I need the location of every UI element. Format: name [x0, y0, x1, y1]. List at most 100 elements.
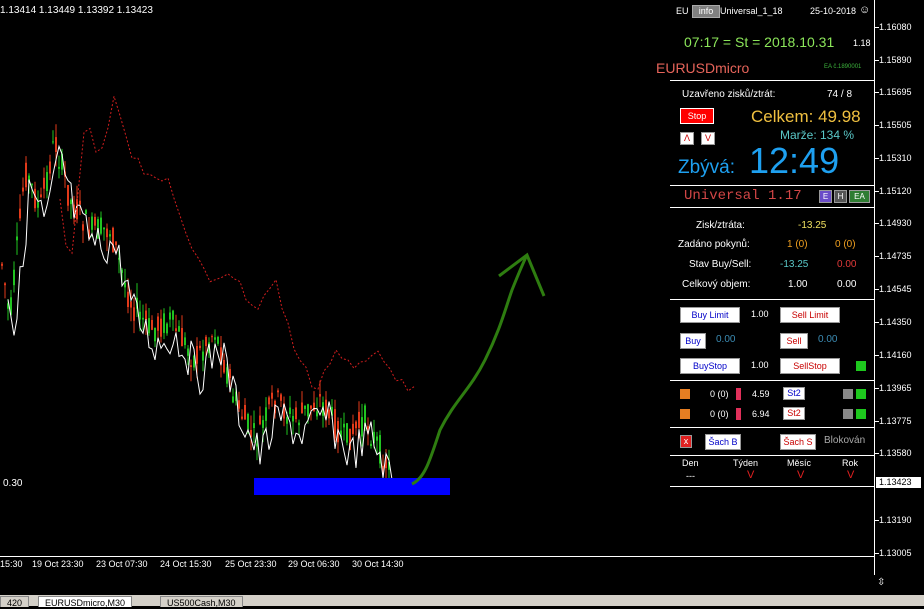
candle-body [229, 369, 231, 379]
chart-tab[interactable]: 420 [0, 596, 30, 608]
minus-orange-icon[interactable] [680, 389, 690, 399]
state-buy: -13.25 [780, 259, 809, 270]
minus-gray-icon[interactable] [843, 389, 853, 399]
candle-body [181, 328, 183, 347]
sell-limit-button[interactable]: Sell Limit [780, 307, 840, 323]
candle-body [211, 336, 213, 338]
candle-body [262, 420, 264, 428]
info-button[interactable]: info [692, 5, 720, 18]
sach-b-button[interactable]: Šach B [705, 434, 741, 450]
candle-body [106, 228, 108, 238]
candle-body [376, 436, 378, 441]
state-label: Stav Buy/Sell: [689, 259, 752, 270]
buy-limit-button[interactable]: Buy Limit [680, 307, 740, 323]
st2-button-2[interactable]: St2 [783, 407, 805, 420]
candle-body [37, 201, 39, 208]
up-button[interactable]: Λ [680, 132, 694, 145]
candle-body [253, 423, 255, 429]
close-x-button[interactable]: x [680, 435, 692, 448]
candle-body [43, 177, 45, 189]
divider [670, 207, 874, 208]
candle-body [133, 307, 135, 321]
ea-info-panel: EU info Universal_1_18 25-10-2018 ☺ 07:1… [656, 0, 874, 488]
candle-body [127, 291, 129, 308]
candle-body [280, 394, 282, 401]
candle-body [49, 161, 51, 174]
candle-body [145, 310, 147, 321]
h-button[interactable]: H [834, 190, 847, 203]
candle-body [1, 263, 3, 266]
price-tick-label: 1.14930 [879, 218, 912, 228]
minus-gray-icon[interactable] [843, 409, 853, 419]
divider [670, 80, 874, 81]
sellstop-status-square [856, 361, 866, 371]
divider [670, 427, 874, 428]
time-tick-label: 23 Oct 07:30 [96, 559, 148, 569]
st2-button-1[interactable]: St2 [783, 387, 805, 400]
candle-body [328, 409, 330, 419]
candle-body [202, 351, 204, 361]
buy-stop-button[interactable]: BuyStop [680, 358, 740, 374]
candle-body [301, 402, 303, 414]
status-green-square [856, 409, 866, 419]
price-tick-label: 1.13190 [879, 515, 912, 525]
server-time: 07:17 = St = 2018.10.31 [684, 34, 835, 50]
minus-orange-icon[interactable] [680, 409, 690, 419]
time-tick-label: 15:30 [0, 559, 23, 569]
universal-version: Universal 1.17 [684, 188, 802, 204]
scroll-area[interactable]: ⇳ [0, 575, 924, 595]
st-value-1: 4.59 [752, 389, 770, 399]
chart-tab[interactable]: US500Cash,M30 [160, 596, 243, 608]
candle-body [34, 188, 36, 209]
ohlc-readout: 1.13414 1.13449 1.13392 1.13423 [0, 5, 153, 16]
candle-body [310, 405, 312, 409]
period-tyden: Týden [733, 458, 759, 468]
candle-body [292, 415, 294, 422]
candle-body [334, 409, 336, 439]
time-tick-label: 29 Oct 06:30 [288, 559, 340, 569]
price-axis[interactable]: 1.16080 1.15890 1.15695 1.15505 1.15310 1.151… [874, 0, 924, 575]
candle-body [169, 312, 171, 320]
down-button[interactable]: V [701, 132, 715, 145]
price-tick-label: 1.14735 [879, 251, 912, 261]
sach-s-button[interactable]: Šach S [780, 434, 816, 450]
st-bar-1 [736, 388, 741, 400]
ea-button[interactable]: EA [849, 190, 870, 203]
scroll-end-icon[interactable]: ⇳ [877, 577, 885, 588]
stop-button[interactable]: Stop [680, 108, 714, 124]
time-tick-label: 24 Oct 15:30 [160, 559, 212, 569]
candle-body [307, 404, 309, 417]
candle-body [343, 423, 345, 428]
candle-body [247, 413, 249, 430]
time-axis[interactable]: 15:30 19 Oct 23:30 23 Oct 07:30 24 Oct 15:3… [0, 556, 874, 576]
period-den-value: --- [686, 471, 695, 481]
candle-body [157, 316, 159, 331]
candle-body [100, 217, 102, 234]
candle-body [295, 407, 297, 420]
price-tick-label: 1.14545 [879, 284, 912, 294]
candle-body [190, 365, 192, 368]
candle-body [289, 407, 291, 414]
price-chart[interactable]: 1.13414 1.13449 1.13392 1.13423 0.30 EU … [0, 0, 874, 556]
chart-tab[interactable]: EURUSDmicro,M30 [38, 596, 133, 608]
candle-body [154, 327, 156, 342]
sell-stop-button[interactable]: SellStop [780, 358, 840, 374]
candle-body [52, 141, 54, 143]
candle-body [268, 397, 270, 405]
time-tick-label: 30 Oct 14:30 [352, 559, 404, 569]
blocked-status: Blokován [824, 435, 866, 446]
period-mesic-value: V [797, 469, 805, 481]
candle-body [355, 421, 357, 429]
pl-label: Zisk/ztráta: [696, 220, 745, 231]
e-button[interactable]: E [819, 190, 832, 203]
candle-body [352, 423, 354, 434]
st-bar-2 [736, 408, 741, 420]
price-tick-label: 1.13775 [879, 416, 912, 426]
buy-limit-lots: 1.00 [751, 309, 769, 319]
candle-body [46, 172, 48, 191]
candle-body [196, 346, 198, 364]
sell-button[interactable]: Sell [780, 333, 808, 349]
buy-button[interactable]: Buy [680, 333, 706, 349]
candle-body [163, 313, 165, 333]
candle-body [94, 216, 96, 226]
